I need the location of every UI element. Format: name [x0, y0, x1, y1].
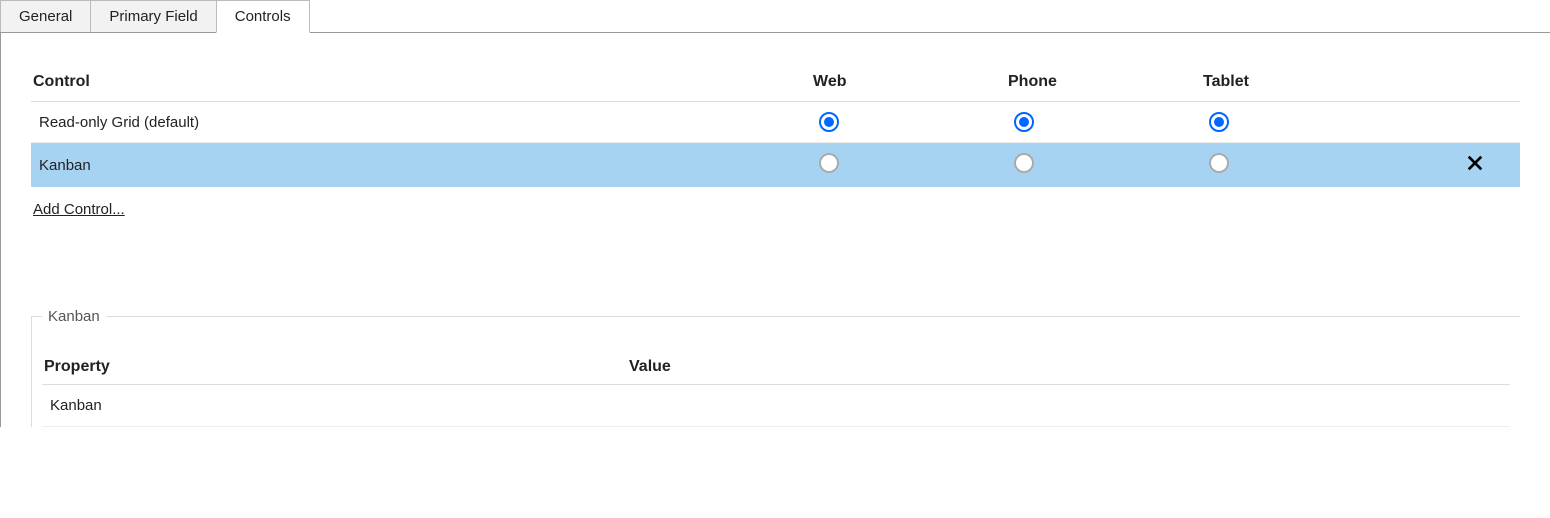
- radio-web[interactable]: [819, 112, 839, 132]
- control-name: Read-only Grid (default): [39, 114, 819, 131]
- header-web: Web: [813, 73, 1008, 91]
- properties-header: Property Value: [42, 350, 1510, 385]
- radio-tablet[interactable]: [1209, 153, 1229, 173]
- radio-web[interactable]: [819, 153, 839, 173]
- control-row[interactable]: Read-only Grid (default): [31, 102, 1520, 143]
- tab-primary-field[interactable]: Primary Field: [90, 0, 216, 32]
- radio-phone[interactable]: [1014, 112, 1034, 132]
- header-control: Control: [33, 73, 813, 91]
- tab-general[interactable]: General: [0, 0, 91, 32]
- controls-header: Control Web Phone Tablet: [31, 63, 1520, 102]
- properties-legend: Kanban: [42, 308, 106, 325]
- header-tablet: Tablet: [1203, 73, 1398, 91]
- tabs-bar: General Primary Field Controls: [0, 0, 1550, 33]
- add-control-link[interactable]: Add Control...: [33, 201, 125, 218]
- close-icon[interactable]: [1466, 159, 1484, 176]
- tab-primary-field-label: Primary Field: [109, 8, 197, 25]
- tab-content: Control Web Phone Tablet Read-only Grid …: [0, 33, 1550, 427]
- property-row[interactable]: Kanban: [42, 385, 1510, 427]
- control-row[interactable]: Kanban: [31, 143, 1520, 187]
- tab-controls[interactable]: Controls: [216, 0, 310, 33]
- tab-controls-label: Controls: [235, 8, 291, 25]
- header-property: Property: [44, 358, 629, 376]
- control-name: Kanban: [39, 157, 819, 174]
- tab-general-label: General: [19, 8, 72, 25]
- radio-tablet[interactable]: [1209, 112, 1229, 132]
- header-phone: Phone: [1008, 73, 1203, 91]
- radio-phone[interactable]: [1014, 153, 1034, 173]
- properties-panel: Kanban Property Value Kanban: [31, 308, 1520, 427]
- property-name: Kanban: [50, 397, 635, 414]
- header-value: Value: [629, 358, 1508, 376]
- property-value: [635, 397, 1502, 414]
